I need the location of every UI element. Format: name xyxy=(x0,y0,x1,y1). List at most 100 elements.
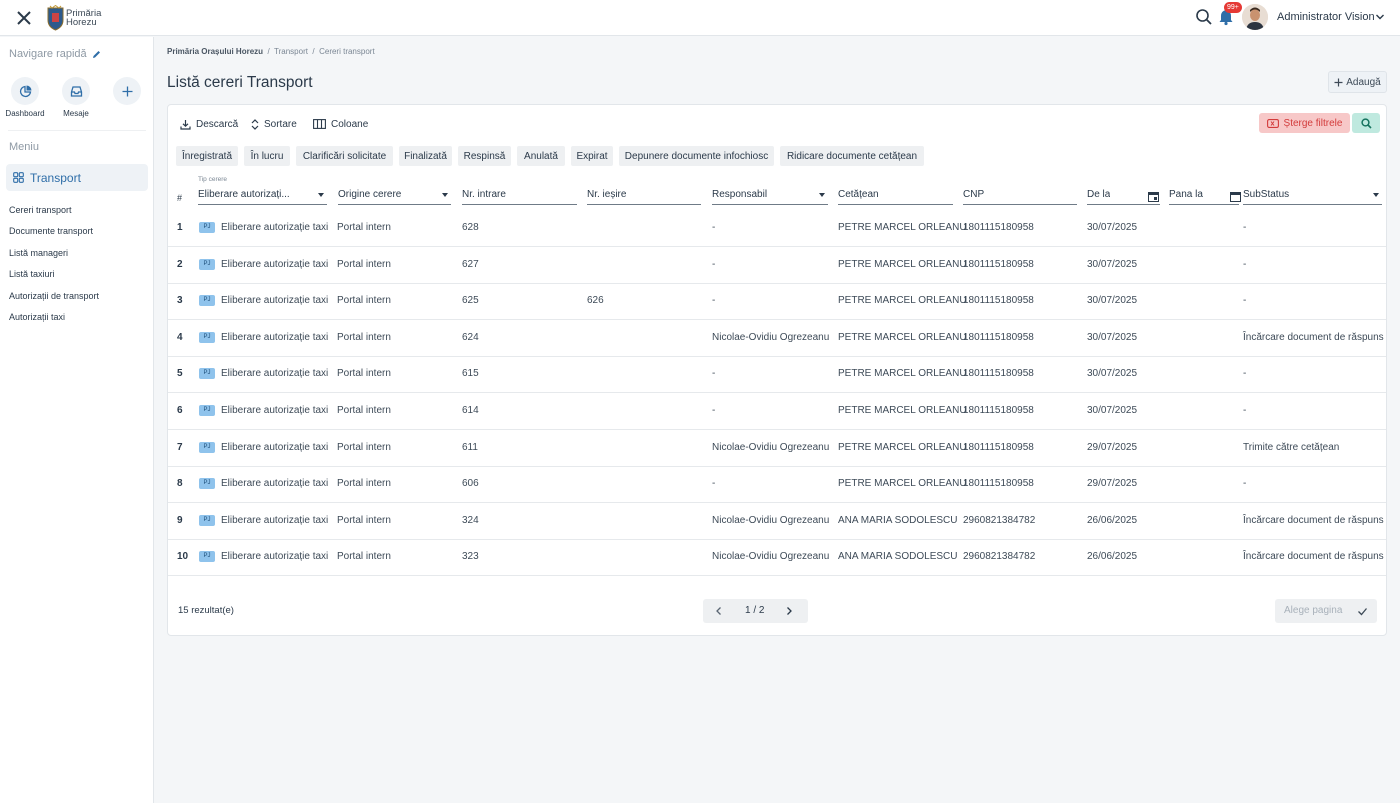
sidebar-subitem[interactable]: Autorizații de transport xyxy=(9,291,99,301)
pie-chart-icon xyxy=(19,85,31,97)
cell-cnp: 1801115180958 xyxy=(963,441,1034,453)
cell-cetatean: PETRE MARCEL ORLEANU xyxy=(838,368,967,380)
quick-item-mesaje[interactable]: Mesaje xyxy=(56,77,96,118)
cell-responsabil: Nicolae-Ovidiu Ogrezeanu xyxy=(712,551,830,563)
sidebar-subitem[interactable]: Autorizații taxi xyxy=(9,312,65,322)
search-icon[interactable] xyxy=(1195,8,1213,26)
sidebar-subitem[interactable]: Documente transport xyxy=(9,226,93,236)
breadcrumb-section[interactable]: Transport xyxy=(274,47,308,56)
table-row[interactable]: 9 PJ Eliberare autorizație taxi Portal inte… xyxy=(168,503,1386,540)
close-icon[interactable] xyxy=(14,8,34,28)
filter-nr-iesire[interactable]: Nr. ieșire xyxy=(587,183,701,205)
cell-origine: Portal intern xyxy=(337,295,391,307)
chevron-left-icon[interactable] xyxy=(714,606,724,616)
table-row[interactable]: 5 PJ Eliberare autorizație taxi Portal inte… xyxy=(168,356,1386,394)
cell-cetatean: ANA MARIA SODOLESCU xyxy=(838,514,958,526)
table-row[interactable]: 7 PJ Eliberare autorizație taxi Portal inte… xyxy=(168,430,1386,467)
cell-tip: Eliberare autorizație taxi xyxy=(221,441,329,453)
search-button[interactable] xyxy=(1352,113,1380,133)
filter-origine[interactable]: Origine cerere xyxy=(338,183,451,205)
table-row[interactable]: 6 PJ Eliberare autorizație taxi Portal inte… xyxy=(168,393,1386,430)
cell-tip: Eliberare autorizație taxi xyxy=(221,222,329,233)
clear-filter-icon xyxy=(1266,118,1279,128)
notification-badge: 99+ xyxy=(1224,2,1242,13)
filter-responsabil[interactable]: Responsabil xyxy=(712,183,828,205)
cell-responsabil: Nicolae-Ovidiu Ogrezeanu xyxy=(712,514,830,526)
status-chip[interactable]: Clarificări solicitate xyxy=(296,146,393,166)
user-avatar-icon xyxy=(1242,4,1268,30)
cell-cnp: 1801115180958 xyxy=(963,478,1034,490)
page-picker[interactable]: Alege pagina xyxy=(1275,599,1377,623)
table-row[interactable]: 8 PJ Eliberare autorizație taxi Portal inte… xyxy=(168,466,1386,504)
table-row[interactable]: 10 PJ Eliberare autorizație taxi Portal int… xyxy=(168,539,1386,577)
status-chip[interactable]: Anulată xyxy=(517,146,565,166)
cell-cetatean: PETRE MARCEL ORLEANU xyxy=(838,331,967,343)
cell-substatus: Încărcare document de răspuns xyxy=(1243,551,1384,563)
cell-data: 26/06/2025 xyxy=(1087,551,1138,563)
status-chip[interactable]: Respinsă xyxy=(458,146,511,166)
cell-data: 30/07/2025 xyxy=(1087,405,1138,416)
sort-label: Sortare xyxy=(264,118,297,130)
filter-cnp[interactable]: CNP xyxy=(963,183,1077,205)
sidebar-subitem[interactable]: Cereri transport xyxy=(9,205,72,215)
calendar-icon[interactable] xyxy=(1148,191,1159,202)
filter-label: SubStatus xyxy=(1243,189,1290,200)
quick-item-add[interactable] xyxy=(107,77,147,105)
crest-icon xyxy=(47,5,64,31)
plus-icon xyxy=(1334,78,1343,86)
clear-filters-button[interactable]: Șterge filtrele xyxy=(1259,113,1350,133)
quick-nav-title-text: Navigare rapidă xyxy=(9,48,87,60)
cell-row-number: 3 xyxy=(177,295,183,307)
status-chip[interactable]: Ridicare documente cetățean xyxy=(780,146,924,166)
sidebar-subitem[interactable]: Listă taxiuri xyxy=(9,269,55,279)
cell-data: 26/06/2025 xyxy=(1087,514,1138,526)
download-button[interactable]: Descarcă xyxy=(180,117,238,131)
columns-button[interactable]: Coloane xyxy=(313,117,368,131)
status-chip[interactable]: Depunere documente infochiosc xyxy=(619,146,774,166)
logo[interactable]: Primăria Horezu xyxy=(47,3,107,33)
sidebar-item-transport[interactable]: Transport xyxy=(6,164,148,191)
cell-origine: Portal intern xyxy=(337,478,391,490)
cell-origine: Portal intern xyxy=(337,551,391,563)
table-row[interactable]: 2 PJ Eliberare autorizație taxi Portal inte… xyxy=(168,247,1386,284)
user-name[interactable]: Administrator Vision xyxy=(1277,11,1375,23)
columns-icon xyxy=(313,119,326,129)
pencil-icon[interactable] xyxy=(92,50,101,59)
table-row[interactable]: 1 PJ Eliberare autorizație taxi Portal inte… xyxy=(168,210,1386,247)
filter-tip-cerere[interactable]: Tip cerere Eliberare autorizați... xyxy=(198,176,327,205)
table-row[interactable]: 3 PJ Eliberare autorizație taxi Portal inte… xyxy=(168,283,1386,321)
sidebar-subitem[interactable]: Listă manageri xyxy=(9,248,68,258)
quick-item-dashboard[interactable]: Dashboard xyxy=(5,77,45,118)
filter-nr-intrare[interactable]: Nr. intrare xyxy=(462,183,577,205)
cell-data: 30/07/2025 xyxy=(1087,295,1138,307)
filter-small-label: Tip cerere xyxy=(198,176,228,183)
cell-row-number: 7 xyxy=(177,441,183,453)
chevron-right-icon[interactable] xyxy=(784,606,794,616)
chevron-down-icon[interactable] xyxy=(1375,12,1385,22)
cell-nr-intrare: 624 xyxy=(462,331,479,343)
filter-cetatean[interactable]: Cetățean xyxy=(838,183,953,205)
filter-pana-la[interactable]: Pana la xyxy=(1169,183,1241,205)
status-chip[interactable]: Înregistrată xyxy=(176,146,238,166)
status-chip[interactable]: În lucru xyxy=(244,146,290,166)
filter-label: Origine cerere xyxy=(338,189,402,200)
sort-button[interactable]: Sortare xyxy=(251,117,297,131)
filter-substatus[interactable]: SubStatus xyxy=(1243,183,1382,205)
breadcrumb-root[interactable]: Primăria Orașului Horezu xyxy=(167,47,263,56)
add-button[interactable]: Adaugă xyxy=(1328,71,1387,93)
check-icon[interactable] xyxy=(1357,606,1368,617)
type-badge: PJ xyxy=(199,551,215,563)
cell-cetatean: PETRE MARCEL ORLEANU xyxy=(838,222,967,233)
quick-item-label: Dashboard xyxy=(5,109,45,118)
avatar[interactable] xyxy=(1242,4,1268,30)
cell-nr-intrare: 606 xyxy=(462,478,479,490)
results-count: 15 rezultat(e) xyxy=(178,605,234,616)
status-chip[interactable]: Expirat xyxy=(571,146,613,166)
type-badge: PJ xyxy=(199,368,215,380)
status-chip[interactable]: Finalizată xyxy=(399,146,452,166)
sidebar-item-label: Transport xyxy=(30,170,81,185)
calendar-icon[interactable] xyxy=(1230,191,1241,202)
filter-label: Nr. intrare xyxy=(462,189,506,200)
table-row[interactable]: 4 PJ Eliberare autorizație taxi Portal inte… xyxy=(168,320,1386,357)
filter-de-la[interactable]: De la xyxy=(1087,183,1160,205)
